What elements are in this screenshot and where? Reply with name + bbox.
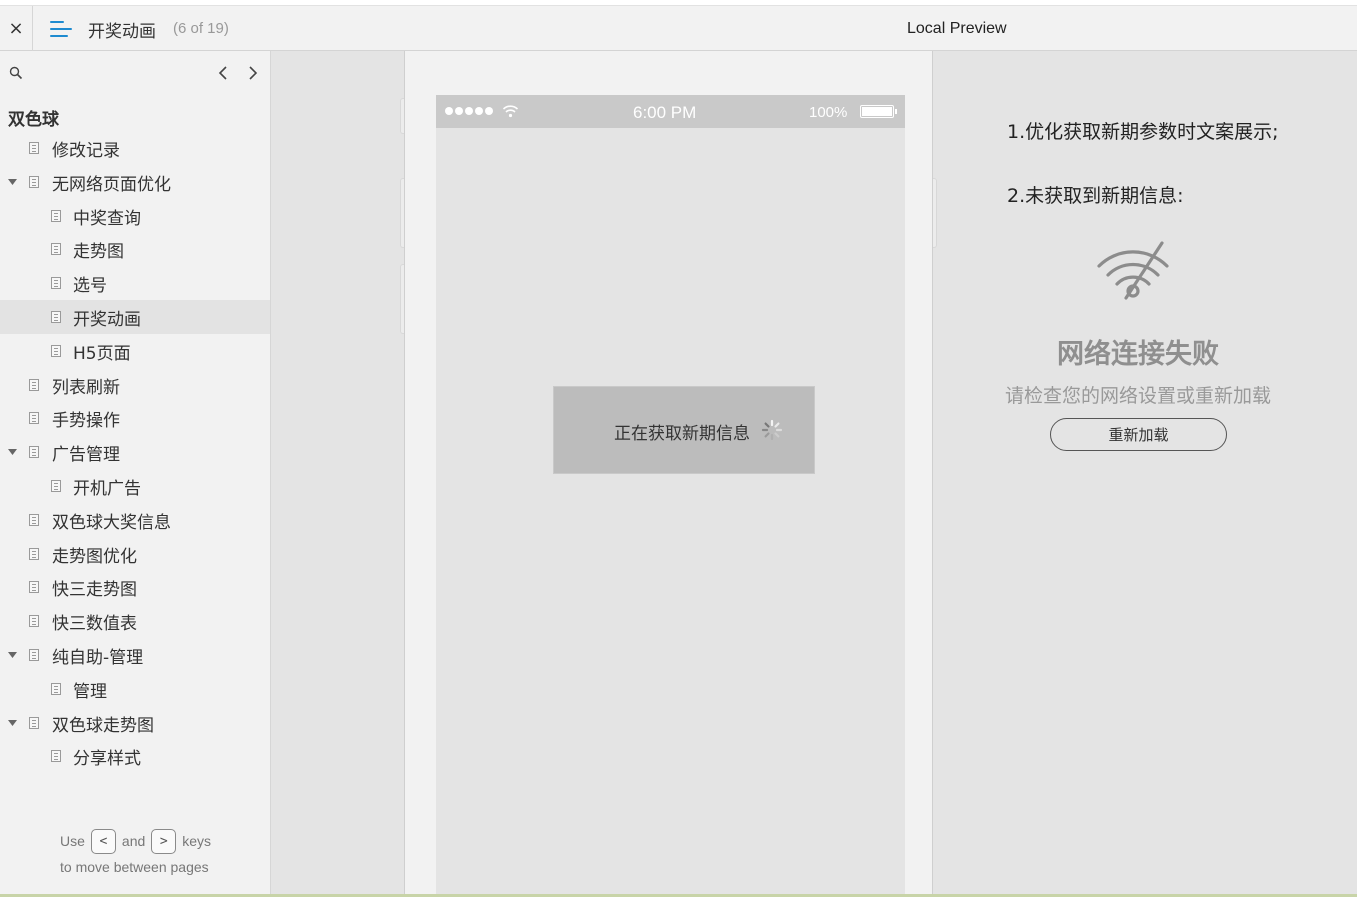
sidebar-item[interactable]: 双色球走势图 [0,706,270,740]
page-icon [29,649,39,661]
expand-caret-icon[interactable] [8,719,17,727]
hint-keys-text: keys [182,833,212,849]
sidebar-item[interactable]: 走势图 [0,232,270,266]
sidebar-item-label: 管理 [73,681,107,702]
network-error-title: 网络连接失败 [1057,339,1219,370]
sidebar-item-label: 选号 [73,276,107,297]
phone-mockup: 6:00 PM 100% 正在获取新期信息 [436,95,905,894]
sidebar-item-label: 快三走势图 [52,580,137,601]
sidebar-item[interactable]: 走势图优化 [0,537,270,571]
frame-edge-marker [400,98,404,134]
page-icon [51,311,61,323]
frame-edge-marker [400,178,404,248]
page-icon [29,378,39,391]
sidebar-item[interactable]: 快三数值表 [0,604,270,638]
sidebar-item-label: 开机广告 [73,479,141,499]
search-icon[interactable] [9,66,23,80]
frame-edge-marker [400,264,404,334]
sidebar-item-label: 双色球走势图 [52,715,154,736]
sidebar-item[interactable]: 双色球大奖信息 [0,503,270,537]
sidebar-item[interactable]: 无网络页面优化 [0,165,270,199]
page-icon [29,142,39,154]
project-title: 双色球 [8,110,59,130]
hint-line-2: to move between pages [60,859,209,875]
next-key-cap: > [151,828,177,854]
loading-toast: 正在获取新期信息 [553,386,815,474]
annotation-note-2: 2.未获取到新期信息: [1007,185,1184,207]
sidebar-item-label: 广告管理 [52,445,120,466]
top-toolbar: × 开奖动画 (6 of 19) Local Preview [0,5,1357,51]
page-icon [29,513,39,526]
sidebar-item[interactable]: 列表刷新 [0,368,270,402]
sidebar-item-label: 列表刷新 [52,377,120,398]
page-icon [51,277,61,290]
page-icon [51,344,61,357]
reload-button[interactable]: 重新加载 [1050,418,1227,451]
wifi-icon [502,105,519,118]
preview-title: Local Preview [907,20,1007,37]
sidebar-item[interactable]: 分享样式 [0,739,270,773]
page-icon [29,581,39,594]
sidebar-item[interactable]: 手势操作 [0,401,270,435]
sidebar-item-label: 无网络页面优化 [52,174,171,195]
prev-key-cap: < [90,828,116,854]
page-icon [51,682,61,695]
hint-and-text: and [121,833,146,849]
expand-caret-icon[interactable] [8,448,17,456]
page-count: (6 of 19) [173,20,229,37]
sitemap-sidebar: 双色球 修改记录无网络页面优化中奖查询走势图选号开奖动画 H5页面列表刷新手势操作… [0,51,271,894]
sidebar-item[interactable]: 修改记录 [0,131,270,165]
sidebar-item-label: 纯自助-管理 [52,648,144,668]
page-icon [51,209,61,222]
page-icon [29,615,39,628]
sidebar-item-label: 修改记录 [52,141,120,161]
battery-icon [860,105,897,118]
sidebar-item-label: 快三数值表 [52,614,137,635]
status-time: 6:00 PM [633,103,697,122]
page-icon [29,175,39,188]
sidebar-item[interactable]: 快三走势图 [0,570,270,604]
battery-percent: 100% [809,104,848,121]
page-icon [29,547,39,560]
sidebar-item[interactable]: 管理 [0,672,270,706]
network-error-subtitle: 请检查您的网络设置或重新加载 [1004,385,1271,407]
hint-use-text: Use [60,833,85,849]
sidebar-item[interactable]: 纯自助-管理 [0,638,270,672]
sidebar-item[interactable]: H5页面 [0,334,270,368]
page-icon [51,243,61,256]
sidebar-item[interactable]: 开机广告 [0,469,270,503]
annotation-note-1: 1.优化获取新期参数时文案展示; [1007,121,1279,143]
frame-edge-marker [933,178,937,248]
previous-page-icon[interactable] [216,63,232,83]
keyboard-hint: Use < and > keys [60,828,211,854]
page-icon [51,480,61,492]
sidebar-item-label: 双色球大奖信息 [52,512,171,533]
sidebar-item-label: H5页面 [73,343,131,364]
close-button[interactable]: × [0,6,33,51]
sidebar-item[interactable]: 广告管理 [0,435,270,469]
sidebar-item-label: 走势图优化 [52,546,137,567]
status-bar: 6:00 PM 100% [436,95,905,128]
sidebar-item[interactable]: 中奖查询 [0,199,270,233]
page-icon [29,412,39,425]
sidebar-item-label: 分享样式 [73,749,141,770]
sidebar-item[interactable]: 开奖动画 [0,300,270,334]
sidebar-item-label: 开奖动画 [73,310,141,330]
no-wifi-icon [1097,241,1169,300]
sitemap-menu-icon[interactable] [50,20,72,38]
sidebar-item-label: 中奖查询 [73,208,141,229]
sidebar-item-label: 走势图 [73,242,124,263]
page-icon [29,446,39,459]
loading-text: 正在获取新期信息 [614,424,750,444]
sidebar-item-label: 手势操作 [52,411,120,432]
signal-dots-icon [445,107,493,115]
page-icon [51,750,61,763]
next-page-icon[interactable] [245,63,261,83]
page-icon [29,716,39,729]
loading-spinner-icon [761,419,783,441]
page-title: 开奖动画 [88,22,156,42]
expand-caret-icon[interactable] [8,651,17,659]
sidebar-item[interactable]: 选号 [0,266,270,300]
expand-caret-icon[interactable] [8,178,17,186]
